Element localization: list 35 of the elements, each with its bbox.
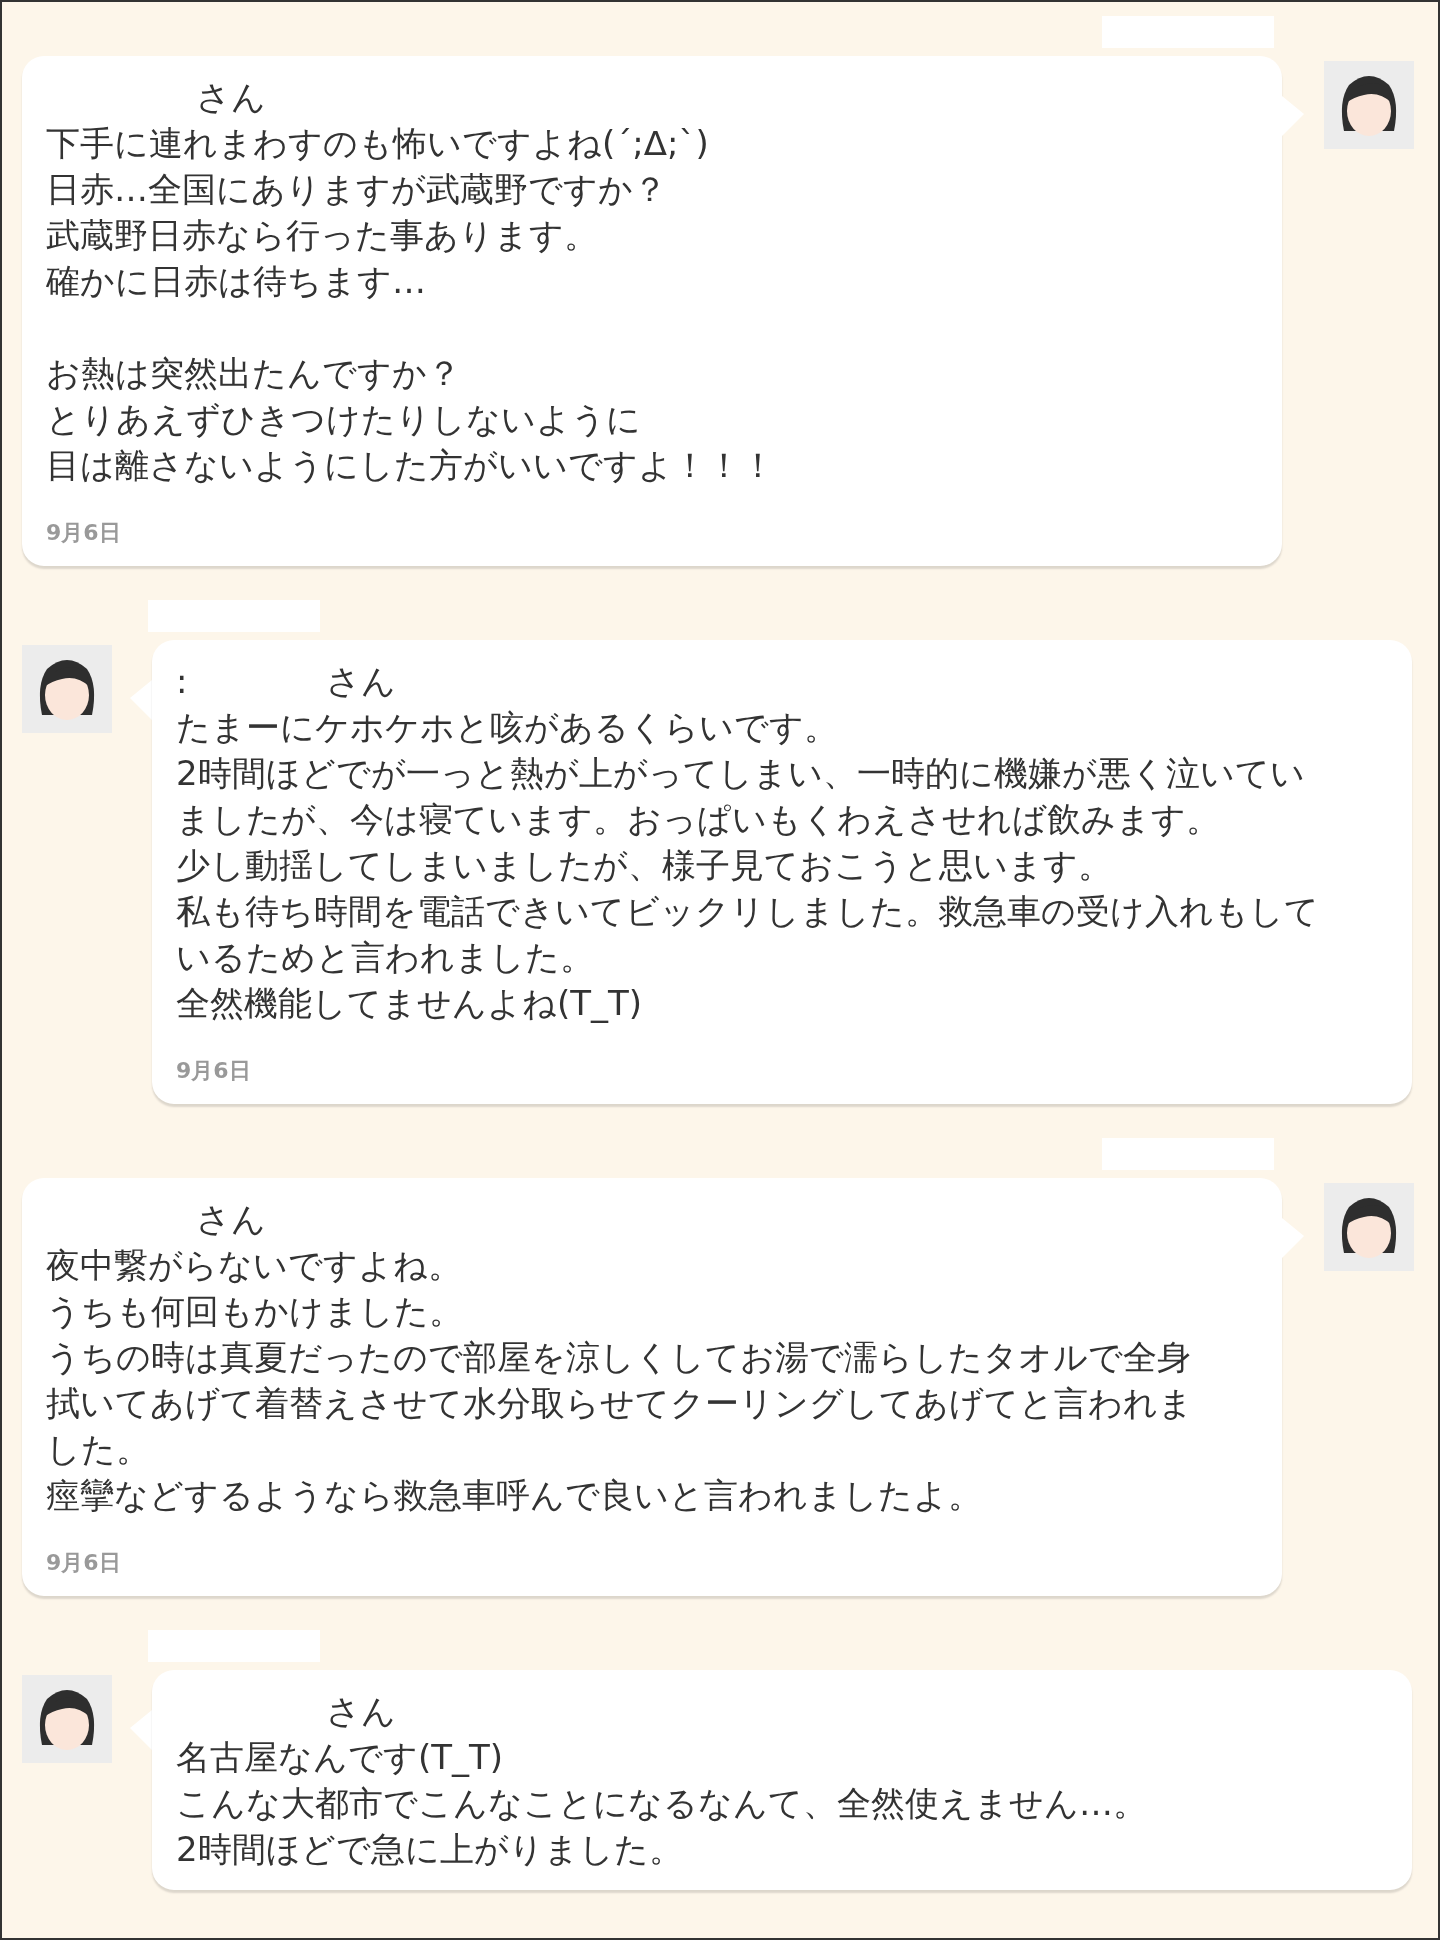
salutation: さん [196, 1198, 266, 1241]
name-prefix: : [176, 660, 189, 703]
message-line: ましたが、今は寝ています。おっぱいもくわえさせれば飲みます。 [176, 798, 1220, 841]
message-date: 9月6日 [46, 1549, 121, 1577]
message-line: 確かに日赤は待ちます… [46, 260, 426, 303]
message-line: 夜中繋がらないですよね。 [46, 1244, 462, 1287]
message-line: 名古屋なんです(T_T) [176, 1736, 504, 1779]
message-line: 2時間ほどでが一っと熱が上がってしまい、一時的に機嫌が悪く泣いてい [176, 752, 1305, 795]
message-line: 全然機能してませんよね(T_T) [176, 982, 643, 1025]
message-line: うちの時は真夏だったので部屋を涼しくしてお湯で濡らしたタオルで全身 [46, 1336, 1191, 1379]
message-line: お熱は突然出たんですか？ [46, 352, 461, 395]
salutation: さん [326, 660, 396, 703]
message-line: 武蔵野日赤なら行った事あります。 [46, 214, 598, 257]
avatar-icon [1324, 1183, 1414, 1271]
message-line: 少し動揺してしまいましたが、様子見ておこうと思います。 [176, 844, 1112, 887]
message-line: 拭いてあげて着替えさせて水分取らせてクーリングしてあげてと言われま [46, 1382, 1193, 1425]
message-line: 私も待ち時間を電話できいてビックリしました。救急車の受け入れもして [176, 890, 1319, 933]
message-line: 目は離さないようにした方がいいですよ！！！ [46, 444, 775, 487]
message-line: いるためと言われました。 [176, 936, 594, 979]
message-line: とりあえずひきつけたりしないように [46, 398, 641, 441]
avatar-icon [22, 1675, 112, 1763]
message-line: たまーにケホケホと咳があるくらいです。 [176, 706, 838, 749]
message-line: 痙攣などするようなら救急車呼んで良いと言われましたよ。 [46, 1474, 982, 1517]
avatar-icon [22, 645, 112, 733]
message-line: 日赤…全国にありますが武蔵野ですか？ [46, 168, 667, 211]
message-date: 9月6日 [176, 1057, 251, 1085]
message-date: 9月6日 [46, 519, 121, 547]
avatar-icon [1324, 61, 1414, 149]
message-line: 2時間ほどで急に上がりました。 [176, 1828, 683, 1871]
salutation: さん [326, 1690, 396, 1733]
message-line: こんな大都市でこんなことになるなんて、全然使えません…。 [176, 1782, 1147, 1825]
salutation: さん [196, 76, 266, 119]
message-line: うちも何回もかけました。 [46, 1290, 463, 1333]
message-line: 下手に連れまわすのも怖いですよね(´;ᐃ;`) [46, 122, 709, 165]
message-line: した。 [46, 1428, 150, 1471]
